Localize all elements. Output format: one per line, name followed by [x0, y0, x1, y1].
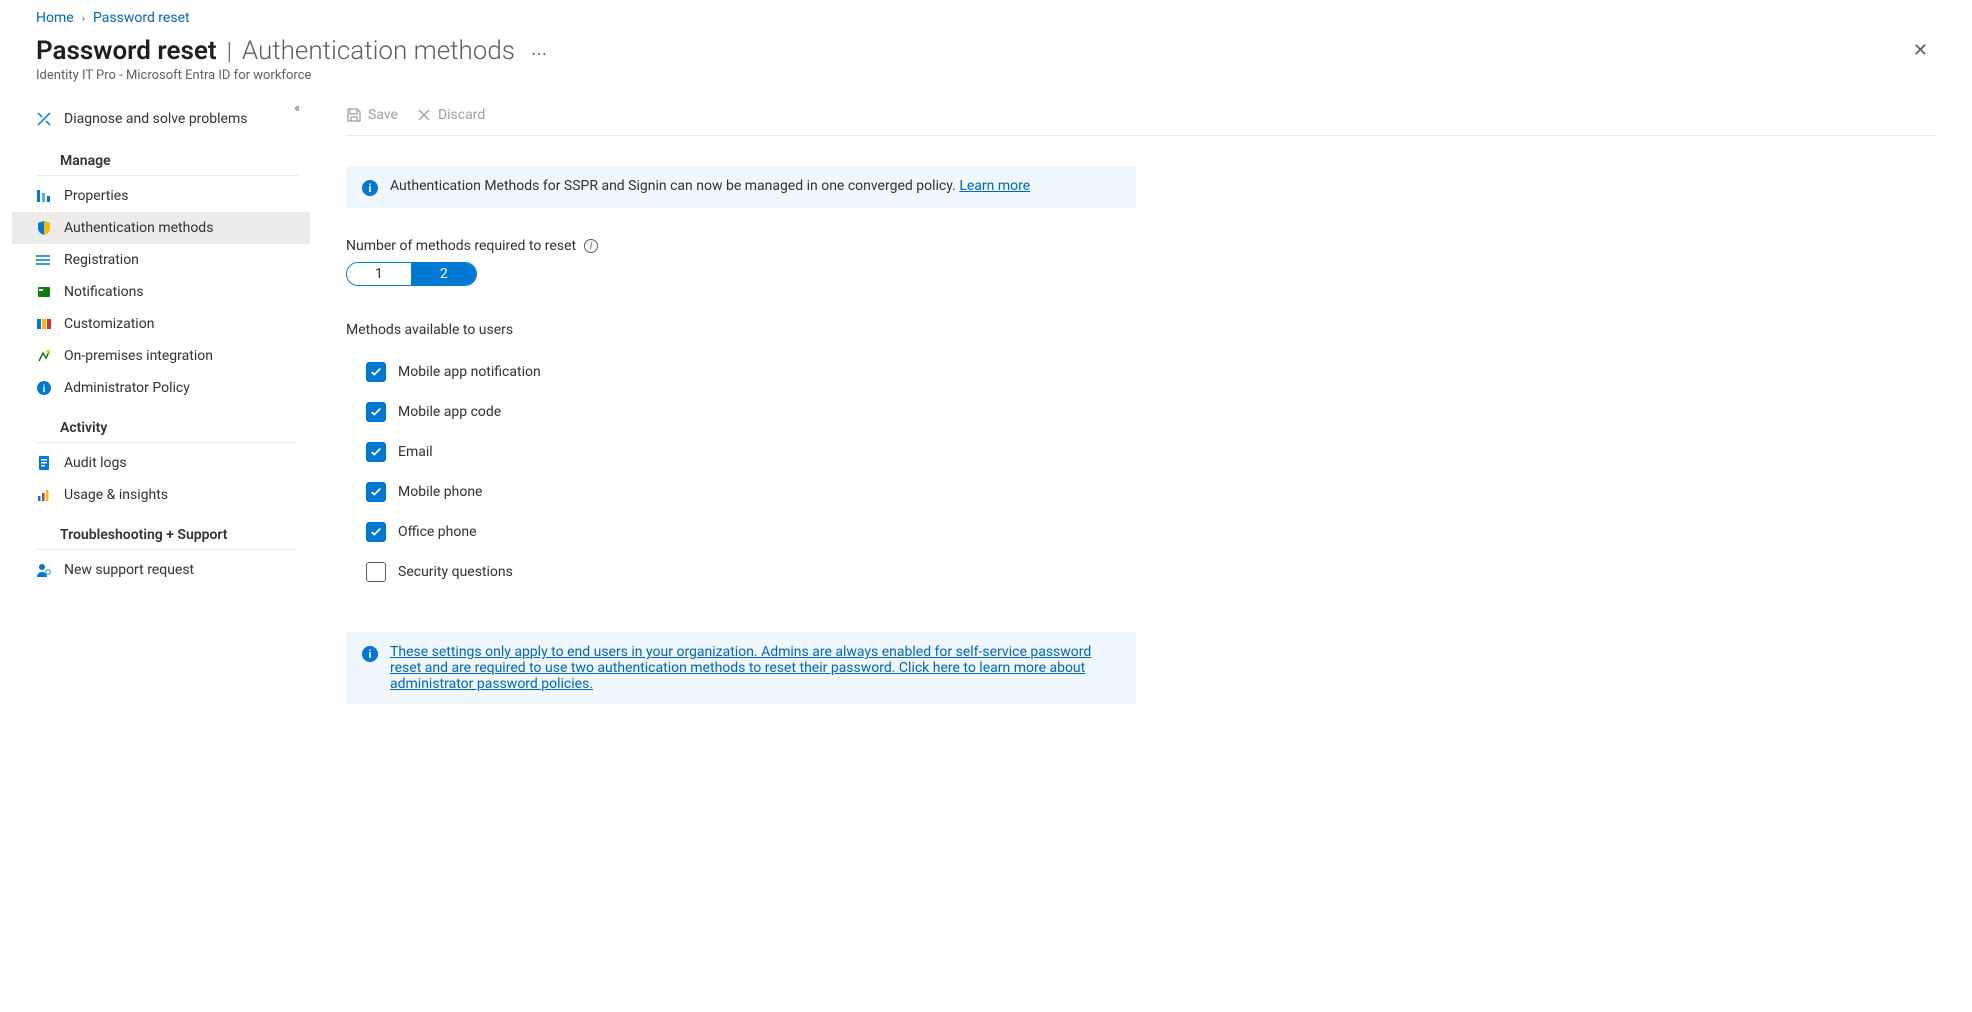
- method-checkbox[interactable]: [366, 562, 386, 582]
- support-icon: [36, 562, 52, 578]
- sidebar-item-registration[interactable]: Registration: [12, 244, 310, 276]
- method-row-office-phone: Office phone: [346, 512, 1936, 552]
- methods-required-option-2[interactable]: 2: [412, 263, 476, 285]
- learn-more-link[interactable]: Learn more: [959, 178, 1030, 194]
- sidebar-item-on-premises-integration[interactable]: On-premises integration: [12, 340, 310, 372]
- sidebar-item-label: Usage & insights: [64, 487, 168, 503]
- sidebar-item-label: Registration: [64, 252, 139, 268]
- usage-icon: [36, 487, 52, 503]
- save-button[interactable]: Save: [346, 107, 398, 123]
- registration-icon: [36, 252, 52, 268]
- methods-required-toggle: 12: [346, 262, 477, 286]
- methods-required-option-1[interactable]: 1: [347, 263, 412, 285]
- info-banner-converged: i Authentication Methods for SSPR and Si…: [346, 166, 1136, 208]
- method-row-email: Email: [346, 432, 1936, 472]
- properties-icon: [36, 188, 52, 204]
- sidebar-item-label: Diagnose and solve problems: [64, 111, 247, 127]
- method-checkbox[interactable]: [366, 442, 386, 462]
- sidebar-item-administrator-policy[interactable]: i Administrator Policy: [12, 372, 310, 404]
- sidebar-item-diagnose[interactable]: Diagnose and solve problems: [12, 103, 310, 135]
- method-row-mobile-phone: Mobile phone: [346, 472, 1936, 512]
- toolbar: Save Discard: [346, 95, 1936, 136]
- method-checkbox[interactable]: [366, 522, 386, 542]
- notifications-icon: [36, 284, 52, 300]
- svg-text:i: i: [43, 384, 46, 395]
- breadcrumb-home[interactable]: Home: [36, 10, 74, 26]
- breadcrumb-current[interactable]: Password reset: [93, 10, 190, 26]
- admin-icon: i: [36, 380, 52, 396]
- sidebar-item-label: Audit logs: [64, 455, 127, 471]
- info-icon: i: [362, 180, 378, 196]
- wrench-icon: [36, 111, 52, 127]
- close-icon[interactable]: ✕: [1905, 36, 1936, 65]
- method-label: Office phone: [398, 524, 477, 540]
- onprem-icon: [36, 348, 52, 364]
- sidebar-section-troubleshooting: Troubleshooting + Support: [36, 511, 298, 550]
- sidebar-item-new-support-request[interactable]: New support request: [12, 554, 310, 586]
- discard-label: Discard: [438, 107, 485, 123]
- more-actions-icon[interactable]: ⋯: [525, 44, 555, 63]
- sidebar-item-label: Customization: [64, 316, 154, 332]
- method-label: Security questions: [398, 564, 513, 580]
- sidebar-item-notifications[interactable]: Notifications: [12, 276, 310, 308]
- sidebar-item-usage-insights[interactable]: Usage & insights: [12, 479, 310, 511]
- sidebar-item-label: Administrator Policy: [64, 380, 190, 396]
- discard-icon: [416, 107, 432, 123]
- method-label: Mobile phone: [398, 484, 483, 500]
- method-row-mobile-app-notification: Mobile app notification: [346, 352, 1936, 392]
- customization-icon: [36, 316, 52, 332]
- sidebar-item-properties[interactable]: Properties: [12, 180, 310, 212]
- method-checkbox[interactable]: [366, 362, 386, 382]
- sidebar-item-label: Properties: [64, 188, 128, 204]
- sidebar-section-activity: Activity: [36, 404, 298, 443]
- help-icon[interactable]: i: [584, 239, 598, 253]
- info-banner-text: Authentication Methods for SSPR and Sign…: [390, 178, 956, 194]
- main-content: Save Discard i Authentication Methods fo…: [310, 95, 1972, 728]
- method-checkbox[interactable]: [366, 482, 386, 502]
- sidebar-section-manage: Manage: [36, 143, 298, 176]
- admin-policy-note-link[interactable]: These settings only apply to end users i…: [390, 644, 1091, 692]
- title-separator: |: [227, 37, 232, 65]
- tenant-label: Identity IT Pro - Microsoft Entra ID for…: [0, 66, 1972, 95]
- methods-required-label: Number of methods required to reset: [346, 238, 576, 254]
- discard-button[interactable]: Discard: [416, 107, 485, 123]
- sidebar-item-authentication-methods[interactable]: Authentication methods: [12, 212, 310, 244]
- method-label: Email: [398, 444, 433, 460]
- collapse-sidebar-icon[interactable]: «: [294, 101, 300, 115]
- method-checkbox[interactable]: [366, 402, 386, 422]
- page-subtitle: Authentication methods: [242, 36, 515, 66]
- sidebar-item-label: On-premises integration: [64, 348, 213, 364]
- audit-icon: [36, 455, 52, 471]
- method-row-security-questions: Security questions: [346, 552, 1936, 592]
- sidebar-item-label: Authentication methods: [64, 220, 213, 236]
- sidebar-item-label: New support request: [64, 562, 194, 578]
- info-banner-admin: i These settings only apply to end users…: [346, 632, 1136, 704]
- chevron-right-icon: ›: [82, 12, 85, 25]
- sidebar-item-customization[interactable]: Customization: [12, 308, 310, 340]
- save-label: Save: [368, 107, 398, 123]
- page-title: Password reset: [36, 36, 217, 66]
- info-icon: i: [362, 646, 378, 662]
- methods-available-label: Methods available to users: [346, 322, 1936, 338]
- method-label: Mobile app notification: [398, 364, 541, 380]
- sidebar-item-audit-logs[interactable]: Audit logs: [12, 447, 310, 479]
- method-row-mobile-app-code: Mobile app code: [346, 392, 1936, 432]
- auth-icon: [36, 220, 52, 236]
- breadcrumb: Home › Password reset: [0, 0, 1972, 30]
- sidebar-item-label: Notifications: [64, 284, 144, 300]
- save-icon: [346, 107, 362, 123]
- method-label: Mobile app code: [398, 404, 501, 420]
- sidebar: « Diagnose and solve problems Manage Pro…: [0, 95, 310, 728]
